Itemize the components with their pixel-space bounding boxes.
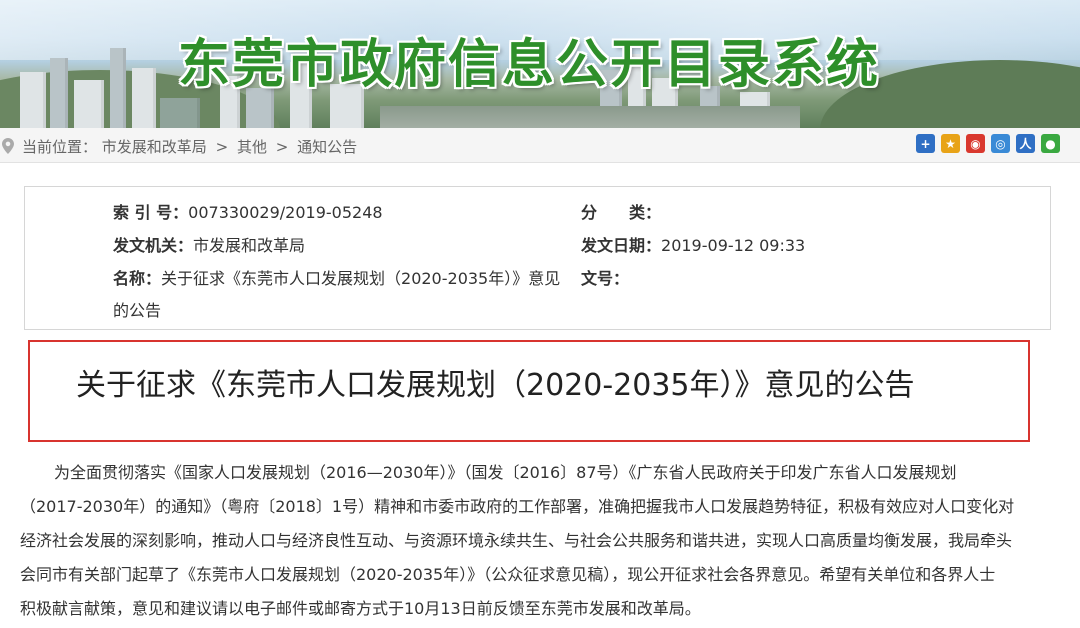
breadcrumb-bar: 当前位置： 市发展和改革局 > 其他 > 通知公告 + ★ ◉ ◎ 人 ● — [0, 128, 1080, 163]
meta-issuer-label: 发文机关： — [113, 236, 194, 255]
breadcrumb-separator: > — [215, 138, 229, 156]
breadcrumb-separator: > — [275, 138, 289, 156]
weibo-share-icon[interactable]: ◉ — [966, 134, 985, 153]
body-line: 为全面贯彻落实《国家人口发展规划（2016—2030年）》（国发〔2016〕87… — [54, 463, 957, 482]
meta-name-value: 关于征求《东莞市人口发展规划（2020-2035年）》意见 — [161, 269, 561, 288]
meta-issuer-value: 市发展和改革局 — [193, 236, 306, 255]
document-meta-box: 索 引 号：007330029/2019-05248 分 类： 发文机关：市发展… — [24, 186, 1051, 330]
plus-share-icon[interactable]: + — [916, 134, 935, 153]
breadcrumb-item-notices[interactable]: 通知公告 — [297, 138, 357, 156]
breadcrumb-prefix: 当前位置： — [22, 138, 98, 156]
banner-building — [50, 58, 68, 128]
meta-date-label: 发文日期： — [581, 236, 662, 255]
site-title: 东莞市政府信息公开目录系统 — [178, 35, 881, 95]
body-line: 积极献言献策，意见和建议请以电子邮件或邮寄方式于10月13日前反馈至东莞市发展和… — [20, 599, 701, 618]
share-toolbar: + ★ ◉ ◎ 人 ● — [916, 134, 1060, 153]
meta-name-cont: 的公告 — [113, 297, 161, 321]
document-body: 为全面贯彻落实《国家人口发展规划（2016—2030年）》（国发〔2016〕87… — [20, 456, 1060, 626]
meta-name-value-cont: 的公告 — [113, 301, 162, 320]
banner-building — [110, 48, 126, 128]
banner-road — [380, 106, 800, 128]
meta-date: 发文日期：2019-09-12 09:33 — [581, 232, 805, 256]
body-line: 会同市有关部门起草了《东莞市人口发展规划（2020-2035年）》（公众征求意见… — [20, 565, 996, 584]
meta-date-value: 2019-09-12 09:33 — [661, 236, 806, 255]
meta-docno-label: 文号： — [581, 269, 630, 288]
body-line: （2017-2030年）的通知》（粤府〔2018〕1号）精神和市委市政府的工作部… — [20, 497, 1015, 516]
meta-name-label: 名称： — [113, 269, 162, 288]
breadcrumb-item-other[interactable]: 其他 — [237, 138, 267, 156]
site-banner: 东莞市政府信息公开目录系统 — [0, 0, 1080, 128]
document-title-box: 关于征求《东莞市人口发展规划（2020-2035年）》意见的公告 — [28, 340, 1030, 442]
tencent-share-icon[interactable]: ◎ — [991, 134, 1010, 153]
banner-building — [20, 72, 46, 128]
meta-category-label: 分 类： — [581, 203, 662, 222]
banner-building — [74, 80, 104, 128]
meta-name: 名称：关于征求《东莞市人口发展规划（2020-2035年）》意见 — [113, 265, 560, 289]
body-line: 经济社会发展的深刻影响，推动人口与经济良性互动、与资源环境永续共生、与社会公共服… — [20, 531, 1013, 550]
wechat-share-icon[interactable]: ● — [1041, 134, 1060, 153]
meta-index: 索 引 号：007330029/2019-05248 — [113, 199, 383, 223]
meta-docno: 文号： — [581, 265, 629, 289]
meta-index-label: 索 引 号： — [113, 203, 189, 222]
meta-issuer: 发文机关：市发展和改革局 — [113, 232, 305, 256]
document-title: 关于征求《东莞市人口发展规划（2020-2035年）》意见的公告 — [76, 368, 915, 403]
banner-building — [160, 98, 200, 128]
renren-share-icon[interactable]: 人 — [1016, 134, 1035, 153]
breadcrumb-item-dept[interactable]: 市发展和改革局 — [102, 138, 207, 156]
location-pin-icon — [2, 138, 14, 154]
banner-building — [132, 68, 156, 128]
breadcrumb: 当前位置： 市发展和改革局 > 其他 > 通知公告 — [22, 136, 357, 157]
meta-category: 分 类： — [581, 199, 661, 223]
meta-index-value: 007330029/2019-05248 — [188, 203, 383, 222]
qzone-share-icon[interactable]: ★ — [941, 134, 960, 153]
